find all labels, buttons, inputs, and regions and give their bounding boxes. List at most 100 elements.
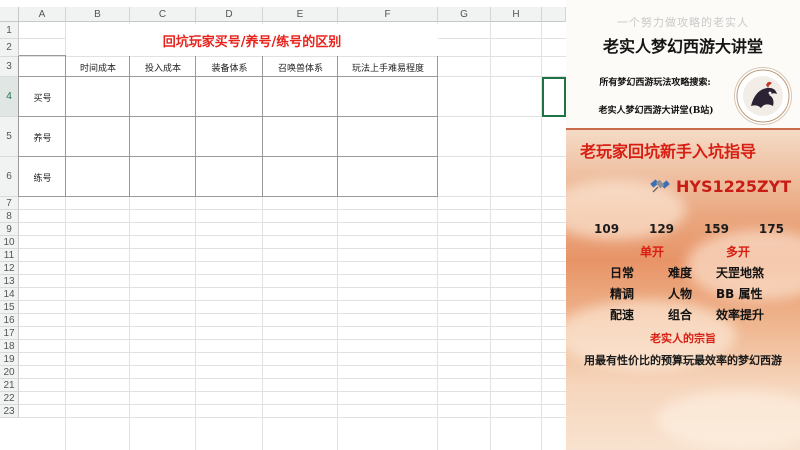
row-header-22[interactable]: 22 [0,392,19,405]
row-header-23[interactable]: 23 [0,405,19,418]
row-header-5[interactable]: 5 [0,117,19,157]
row-header-20[interactable]: 20 [0,366,19,379]
row-header-17[interactable]: 17 [0,327,19,340]
row-label-level[interactable]: 练号 [19,157,66,197]
row-header-2[interactable]: 2 [0,39,19,57]
table-border [195,56,196,197]
mode-item-multi: 多开 [725,245,750,259]
row-gridline [19,222,566,223]
level-list: 109 129 159 175 [594,222,784,236]
topic-row: 日常 难度 天罡地煞 [610,264,790,281]
column-header-g[interactable]: G [438,7,491,22]
row-gridline [19,300,566,301]
table-border [262,56,263,197]
row-header-21[interactable]: 21 [0,379,19,392]
channel-logo [734,67,792,125]
channel-title: 老实人梦幻西游大讲堂 [602,37,763,56]
sheet-title[interactable]: 回坑玩家买号/养号/练号的区别 [66,24,438,56]
guide-title: 老玩家回坑新手入坑指导 [580,142,757,161]
motto-text: 用最有性价比的预算玩最效率的梦幻西游 [584,354,782,367]
spreadsheet: A B C D E F G H 1 2 3 4 5 6 7 8 9 10 11 12 13 14 15 16 1… [0,0,566,450]
column-header-e[interactable]: E [263,7,338,22]
column-header-c[interactable]: C [130,7,196,22]
level-item: 109 [594,222,620,236]
panel-divider [566,128,800,130]
topic-row: 精调 人物 BB 属性 [610,285,790,302]
level-item: 129 [648,222,675,236]
row-gridline [19,235,566,236]
search-hint-value: 老实人梦幻西游大讲堂(B站) [598,106,714,116]
row-header-4[interactable]: 4 [0,77,19,117]
level-item: 175 [758,222,784,236]
promo-panel: 一个努力做攻略的老实人 老实人梦幻西游大讲堂 所有梦幻西游玩法攻略搜索: 老实人… [566,0,800,450]
topic-item: BB 属性 [716,287,763,301]
topic-item: 配速 [610,308,635,322]
row-gridline [19,352,566,353]
row-header-7[interactable]: 7 [0,197,19,210]
row-gridline [19,417,566,418]
level-item: 159 [703,222,729,236]
column-header-h[interactable]: H [491,7,542,22]
select-all-corner[interactable] [0,7,19,22]
row-gridline [19,404,566,405]
row-gridline [19,339,566,340]
row-header-18[interactable]: 18 [0,340,19,353]
header-cell-difficulty[interactable]: 玩法上手难易程度 [338,57,438,77]
row-gridline [19,209,566,210]
contact-id: HYS1225ZYT [676,176,792,196]
table-border [19,196,438,197]
topic-item: 组合 [668,308,693,322]
column-header-a[interactable]: A [19,7,66,22]
row-gridline [19,391,566,392]
mode-list: 单开 多开 [640,243,750,260]
satellite-icon [650,174,670,198]
row-header-1[interactable]: 1 [0,22,19,39]
header-cell-summon-beast[interactable]: 召唤兽体系 [263,57,338,77]
row-label-buy[interactable]: 买号 [19,77,66,117]
table-border [129,56,130,197]
row-gridline [19,326,566,327]
topic-item: 精调 [610,287,635,301]
row-header-9[interactable]: 9 [0,223,19,236]
motto-title: 老实人的宗旨 [650,332,716,345]
active-cell-selection[interactable] [542,77,566,117]
search-hint-label: 所有梦幻西游玩法攻略搜索: [599,78,711,88]
row-gridline [19,313,566,314]
row-gridline [19,365,566,366]
row-gridline [19,287,566,288]
topic-item: 日常 [610,266,635,280]
row-header-3[interactable]: 3 [0,57,19,77]
header-cell-investment-cost[interactable]: 投入成本 [130,57,196,77]
watermark-text: 一个努力做攻略的老实人 [617,16,749,29]
column-gridline [490,22,491,450]
row-label-raise[interactable]: 养号 [19,117,66,157]
row-header-16[interactable]: 16 [0,314,19,327]
table-border [19,156,438,157]
row-header-8[interactable]: 8 [0,210,19,223]
row-gridline [19,248,566,249]
header-cell-time-cost[interactable]: 时间成本 [66,57,130,77]
row-header-12[interactable]: 12 [0,262,19,275]
topic-item: 人物 [668,287,693,301]
column-header-i[interactable] [542,7,566,22]
column-header-d[interactable]: D [196,7,263,22]
row-header-15[interactable]: 15 [0,301,19,314]
row-header-11[interactable]: 11 [0,249,19,262]
contact-row: HYS1225ZYT [650,174,791,198]
topic-item: 效率提升 [716,308,765,322]
table-border [437,56,438,197]
row-header-6[interactable]: 6 [0,157,19,197]
row-header-19[interactable]: 19 [0,353,19,366]
row-header-14[interactable]: 14 [0,288,19,301]
table-border [337,56,338,197]
table-border [19,116,438,117]
row-header-13[interactable]: 13 [0,275,19,288]
row-gridline [19,261,566,262]
row-header-10[interactable]: 10 [0,236,19,249]
header-cell-equipment[interactable]: 装备体系 [196,57,263,77]
topic-item: 难度 [668,266,693,280]
column-header-f[interactable]: F [338,7,438,22]
row-gridline [19,274,566,275]
column-header-b[interactable]: B [66,7,130,22]
mode-item-single: 单开 [640,245,665,259]
